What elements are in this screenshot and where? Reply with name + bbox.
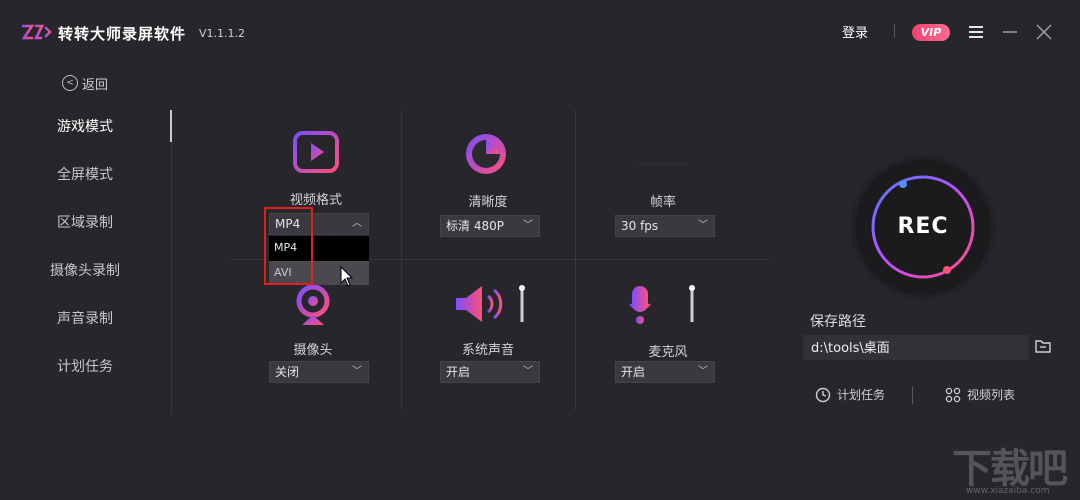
frame-rate-value: 30 fps [621,219,659,233]
save-path-field[interactable]: d:\tools\桌面 [803,335,1029,360]
folder-icon[interactable] [1035,339,1051,354]
chevron-down-icon: ﹀ [352,366,362,377]
clarity-icon [466,134,506,174]
microphone-value: 开启 [621,365,646,379]
app-title: 转转大师录屏软件 [58,25,187,43]
app-version: V1.1.1.2 [199,27,246,40]
clarity-value: 标清 480P [446,219,504,233]
system-audio-value: 开启 [446,365,471,379]
vip-badge[interactable]: VIP [912,24,950,41]
menu-icon[interactable] [966,22,986,42]
camera-label: 摄像头 [293,343,333,358]
camera-value: 关闭 [275,365,300,379]
sidebar-item-region-record[interactable]: 区域录制 [0,212,170,232]
chevron-down-icon: ﹀ [523,220,533,231]
camera-select[interactable]: 关闭 ﹀ [269,361,369,383]
video-list-label: 视频列表 [967,388,1016,402]
frame-rate-select[interactable]: 30 fps ﹀ [615,215,715,237]
sidebar-active-indicator [170,110,172,142]
minimize-icon[interactable] [1000,22,1020,42]
back-arrow-icon: < [62,75,78,91]
annotation-highlight-box [264,207,313,285]
grid-divider-2 [575,110,576,410]
schedule-task-label: 计划任务 [837,388,886,402]
back-label: 返回 [82,77,109,93]
camera-icon [296,285,330,325]
clarity-label: 清晰度 [468,195,508,210]
schedule-task-button[interactable]: 计划任务 [815,386,885,403]
chevron-down-icon: ﹀ [698,366,708,377]
chevron-down-icon: ﹀ [698,220,708,231]
watermark-url: www.xiazaiba.com [966,486,1050,496]
bottom-divider [912,386,913,404]
sidebar-item-scheduled-task[interactable]: 计划任务 [0,356,170,376]
grid-icon [945,387,961,402]
sidebar-item-game-mode[interactable]: 游戏模式 [0,116,170,136]
sidebar-item-audio-record[interactable]: 声音录制 [0,308,170,328]
app-logo-icon [21,24,52,40]
system-audio-label: 系统声音 [461,343,514,358]
chevron-down-icon: ﹀ [523,366,533,377]
microphone-select[interactable]: 开启 ﹀ [615,361,715,383]
back-button[interactable]: < 返回 [62,74,109,93]
sidebar-item-fullscreen-mode[interactable]: 全屏模式 [0,164,170,184]
frame-rate-label: 帧率 [649,195,676,210]
video-format-icon [293,131,339,173]
speaker-icon [456,285,525,322]
chevron-up-icon: ︿ [352,218,362,229]
login-button[interactable]: 登录 [842,22,868,41]
title-divider [894,24,895,38]
rec-label: REC [897,214,949,239]
microphone-icon [629,285,695,324]
video-list-button[interactable]: 视频列表 [945,386,1015,403]
clarity-select[interactable]: 标清 480P ﹀ [440,215,540,237]
microphone-label: 麦克风 [648,345,688,360]
sidebar-divider [171,142,172,414]
video-format-label: 视频格式 [289,193,342,208]
grid-divider-1 [401,110,402,410]
sidebar-item-camera-record[interactable]: 摄像头录制 [0,260,170,280]
save-path-label: 保存路径 [810,314,866,330]
frame-rate-icon [636,134,688,174]
system-audio-select[interactable]: 开启 ﹀ [440,361,540,383]
mouse-cursor-icon [340,266,354,287]
clock-icon [815,387,831,402]
close-icon[interactable] [1034,22,1054,42]
